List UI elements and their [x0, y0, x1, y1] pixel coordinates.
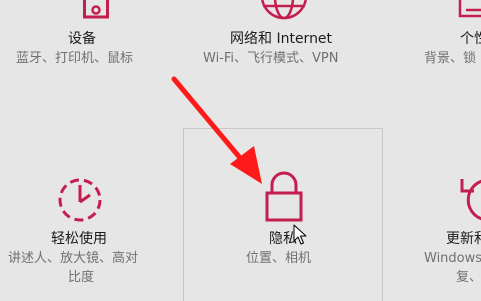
- tile-ease-of-access-title: 轻松使用: [51, 231, 107, 247]
- settings-page: 设备 蓝牙、打印机、鼠标 网络和 Internet Wi-Fi、飞行模式、VPN…: [0, 0, 481, 301]
- tile-network-subtitle: Wi-Fi、飞行模式、VPN: [203, 51, 339, 66]
- tile-update-subtitle-line2: 复、: [456, 270, 481, 285]
- mouse-cursor-icon: [293, 224, 307, 245]
- tile-personalization-subtitle: 背景、锁: [424, 51, 477, 66]
- tile-ease-of-access[interactable]: 轻松使用 讲述人、放大镜、高对 比度: [0, 170, 180, 301]
- ease-of-access-icon: [58, 178, 102, 222]
- tile-devices[interactable]: 设备 蓝牙、打印机、鼠标: [0, 0, 180, 80]
- tile-privacy-subtitle: 位置、相机: [246, 251, 312, 266]
- tile-update-title: 更新和: [446, 231, 481, 247]
- tile-update[interactable]: 更新和 Windows 复、: [420, 170, 481, 301]
- tile-personalization-title: 个性: [460, 31, 481, 47]
- lock-icon: [265, 171, 303, 222]
- globe-icon: [261, 0, 307, 20]
- tile-network[interactable]: 网络和 Internet Wi-Fi、飞行模式、VPN: [190, 0, 380, 80]
- tile-devices-title: 设备: [68, 31, 96, 47]
- personalization-icon: [458, 0, 481, 18]
- devices-icon: [83, 0, 109, 19]
- refresh-icon: [460, 179, 481, 221]
- tile-devices-subtitle: 蓝牙、打印机、鼠标: [16, 51, 134, 66]
- tile-ease-of-access-subtitle-line1: 讲述人、放大镜、高对: [8, 251, 139, 266]
- tile-personalization[interactable]: 个性 背景、锁: [420, 0, 481, 80]
- tile-update-subtitle-line1: Windows: [424, 251, 481, 266]
- tile-network-title: 网络和 Internet: [230, 31, 333, 47]
- tile-privacy[interactable]: 隐私 位置、相机: [183, 128, 383, 301]
- tile-ease-of-access-subtitle-line2: 比度: [68, 270, 95, 285]
